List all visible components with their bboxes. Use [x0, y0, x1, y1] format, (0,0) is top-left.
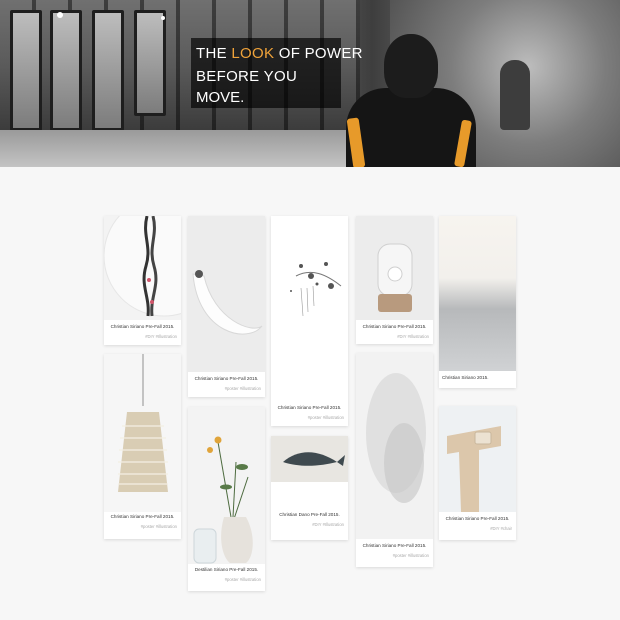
card-tags: #DIY #Illustration: [397, 334, 429, 339]
card-whale[interactable]: Christian Dano Pre-Fall 2015. #DIY #Illu…: [271, 436, 348, 540]
card-tags: #DIY #Illustration: [312, 522, 344, 527]
hero-person-head: [384, 34, 438, 98]
card-image-flowers: [188, 407, 265, 564]
card-watercolor[interactable]: Christian Siriano Pre-Fall 2015. #poster…: [356, 353, 433, 567]
card-fog[interactable]: Christian Siriano 2015.: [439, 216, 516, 388]
card-tags: #poster #illustration: [224, 577, 261, 582]
card-image-jar: [356, 216, 433, 320]
card-title: Christian Siriano 2015.: [442, 375, 489, 380]
card-title: Christian Siriano Pre-Fall 2015.: [194, 376, 259, 381]
card-banana[interactable]: Christian Siriano Pre-Fall 2015. #poster…: [188, 216, 265, 397]
card-title: Destilian Siriano Pre-Fall 2015.: [194, 567, 259, 572]
card-title: Christian Dano Pre-Fall 2015.: [279, 512, 340, 517]
hero-light-dot: [161, 16, 165, 20]
hero-word-look: LOOK: [231, 45, 275, 62]
card-title: Christian Siriano Pre-Fall 2015.: [362, 543, 427, 548]
hero-word-the: THE: [196, 45, 227, 62]
card-image-ink: [271, 216, 348, 400]
card-chair[interactable]: Christian Siriano Pre-Fall 2015. #DIY #c…: [439, 406, 516, 540]
hero-train-window: [50, 10, 82, 131]
hero-headline-line-1: THE LOOK OF POWER: [196, 42, 363, 65]
card-tags: #poster #illustration: [224, 386, 261, 391]
card-braid[interactable]: Christian Siriano Pre-Fall 2015. #DIY #I…: [104, 216, 181, 345]
card-image-whale: [271, 436, 348, 482]
hero-train-window: [92, 10, 124, 131]
card-image-braid: [104, 216, 181, 320]
card-title: Christian Siriano Pre-Fall 2015.: [277, 405, 342, 410]
card-image-fog: [439, 216, 516, 371]
card-title: Christian Siriano Pre-Fall 2015.: [445, 516, 510, 521]
hero-banner: THE LOOK OF POWER BEFORE YOU MOVE.: [0, 0, 620, 167]
card-tags: #DIY #chair: [490, 526, 512, 531]
card-title: Christian Siriano Pre-Fall 2015.: [110, 514, 175, 519]
hero-word-of-power: OF POWER: [278, 45, 363, 62]
hero-background-person: [500, 60, 530, 130]
card-tags: #poster #illustration: [140, 524, 177, 529]
card-lamp[interactable]: Christian Siriano Pre-Fall 2015. #poster…: [104, 354, 181, 539]
card-tags: #poster #illustration: [392, 553, 429, 558]
card-image-watercolor: [356, 353, 433, 539]
card-title: Christian Siriano Pre-Fall 2015.: [110, 324, 175, 329]
card-jar[interactable]: Christian Siriano Pre-Fall 2015. #DIY #I…: [356, 216, 433, 344]
hero-train-window: [134, 10, 166, 116]
hero-headline-line-3: MOVE.: [196, 89, 245, 106]
card-tags: #poster #illustration: [307, 415, 344, 420]
hero-light-dot: [57, 12, 63, 18]
card-tags: #DIY #Illustration: [145, 334, 177, 339]
hero-train-window: [10, 10, 42, 131]
card-title: Christian Siriano Pre-Fall 2015.: [362, 324, 427, 329]
card-flowers[interactable]: Destilian Siriano Pre-Fall 2015. #poster…: [188, 407, 265, 591]
card-image-banana: [188, 216, 265, 372]
hero-headline-line-2: BEFORE YOU: [196, 68, 298, 85]
card-ink[interactable]: Christian Siriano Pre-Fall 2015. #poster…: [271, 216, 348, 426]
card-image-lamp: [104, 354, 181, 512]
card-image-chair: [439, 406, 516, 512]
